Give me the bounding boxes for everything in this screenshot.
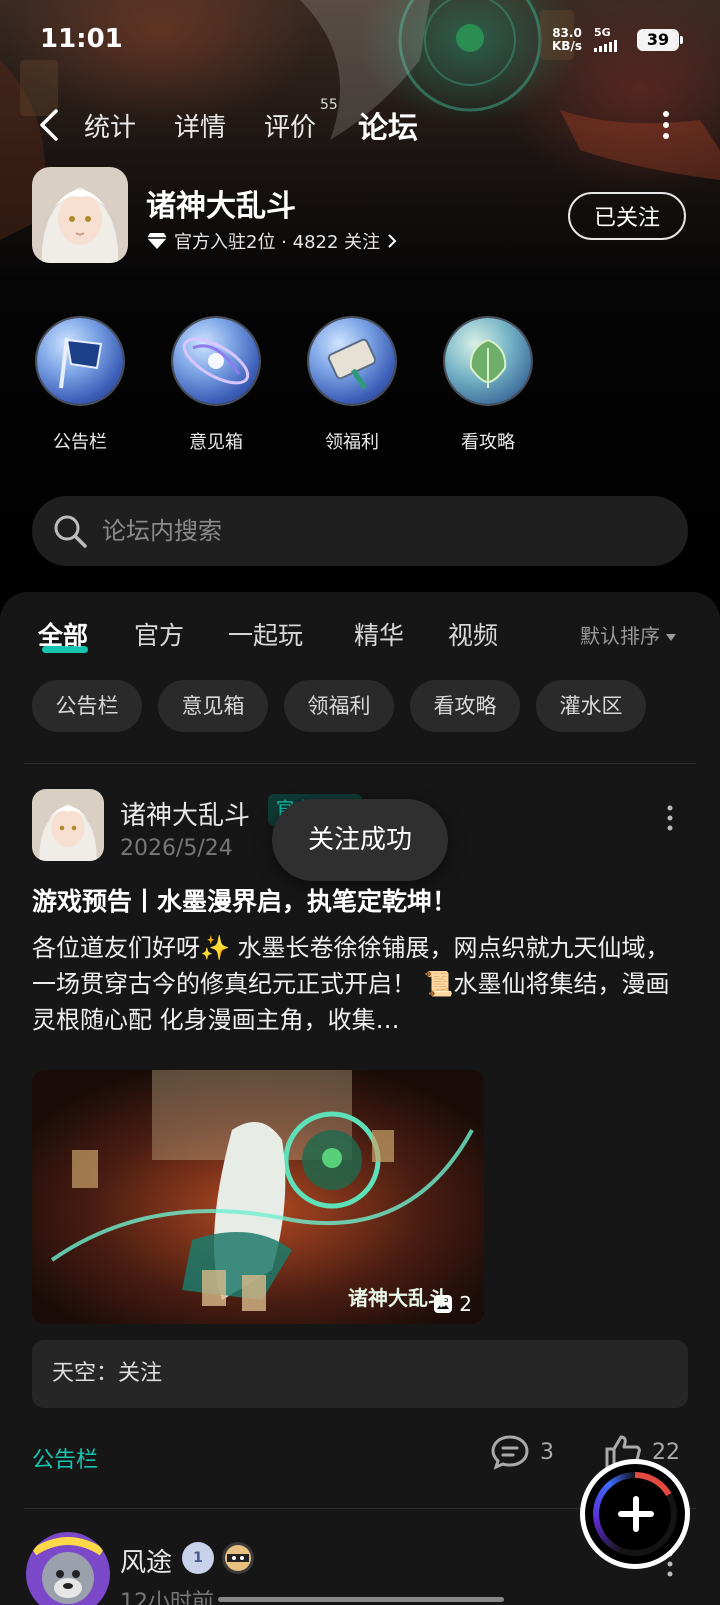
comment-icon [491, 1435, 529, 1470]
caret-down-icon [666, 634, 676, 641]
image-caption: 诸神大乱斗 [348, 1286, 448, 1310]
forum-search-bar[interactable] [32, 496, 688, 566]
quick-entry-guides[interactable]: 看攻略 [440, 318, 536, 454]
quick-entry-announcements[interactable]: 公告栏 [32, 318, 128, 454]
content-tab-all[interactable]: 全部 [38, 616, 88, 652]
flag-icon [37, 318, 123, 404]
chip-rewards[interactable]: 领福利 [284, 680, 394, 732]
comment-button[interactable]: 3 [490, 1434, 554, 1470]
battery-icon: 39 [637, 29, 683, 51]
scroll-icon [309, 318, 395, 404]
chevron-right-icon [388, 234, 397, 248]
post-body[interactable]: 各位道友们好呀✨ 水墨长卷徐徐铺展，网点织就九天仙域，一场贯穿古今的修真纪元正式… [32, 930, 692, 1038]
create-post-button[interactable] [580, 1459, 690, 1569]
galaxy-icon [173, 318, 259, 404]
post-date: 2026/5/24 [120, 836, 233, 861]
diamond-icon [147, 233, 167, 249]
home-indicator[interactable] [218, 1597, 504, 1602]
comment-count: 3 [540, 1439, 554, 1465]
quick-entry-feedback[interactable]: 意见箱 [168, 318, 264, 454]
network-speed: 83.0 KB/s [552, 27, 582, 53]
game-meta-text: 官方入驻2位 · 4822 关注 [174, 232, 381, 253]
quick-entry-label: 看攻略 [461, 432, 515, 453]
tab-stats[interactable]: 统计 [84, 107, 136, 144]
content-tab-play-together[interactable]: 一起玩 [228, 616, 303, 652]
status-bar: 11:01 83.0 KB/s 5G 39 [0, 0, 720, 80]
review-count-badge: 55 [320, 97, 338, 113]
chip-guides[interactable]: 看攻略 [410, 680, 520, 732]
network-type: 5G [594, 26, 611, 39]
quick-entry-label: 领福利 [325, 432, 379, 453]
more-options-icon[interactable] [660, 109, 672, 141]
forum-content-panel: 全部 官方 一起玩 精华 视频 默认排序 公告栏 意见箱 领福利 看攻略 灌水区… [0, 592, 720, 1605]
post-author-name[interactable]: 诸神大乱斗 [120, 795, 250, 832]
game-meta[interactable]: 官方入驻2位 · 4822 关注 [146, 228, 398, 254]
signal-icon [594, 40, 617, 52]
quick-entry-label: 意见箱 [189, 432, 243, 453]
chip-chat[interactable]: 灌水区 [536, 680, 646, 732]
network-speed-unit: KB/s [552, 39, 582, 53]
like-count: 22 [652, 1439, 680, 1465]
post-author-name[interactable]: 风途 [120, 1542, 172, 1579]
sort-label: 默认排序 [580, 624, 660, 648]
post-author-avatar[interactable] [32, 789, 104, 861]
search-input[interactable] [102, 496, 662, 566]
tab-forum[interactable]: 论坛 [358, 103, 418, 147]
post-image[interactable]: 2 诸神大乱斗 [32, 1070, 484, 1324]
user-level-badge: 1 [182, 1542, 214, 1574]
quick-entry-rewards[interactable]: 领福利 [304, 318, 400, 454]
post-date: 12小时前 [120, 1590, 214, 1605]
status-time: 11:01 [40, 24, 123, 54]
top-nav: 统计 详情 评价 55 论坛 [0, 95, 720, 155]
search-icon [54, 515, 87, 548]
back-icon[interactable] [36, 109, 64, 141]
post-author-avatar[interactable] [26, 1532, 110, 1605]
chip-announcements[interactable]: 公告栏 [32, 680, 142, 732]
tab-details[interactable]: 详情 [174, 107, 226, 144]
post-title[interactable]: 游戏预告丨水墨漫界启，执笔定乾坤！ [32, 882, 457, 918]
plus-icon [633, 1496, 639, 1532]
sort-dropdown[interactable]: 默认排序 [580, 620, 676, 649]
content-tab-videos[interactable]: 视频 [448, 616, 498, 652]
post-board-link[interactable]: 公告栏 [32, 1442, 98, 1474]
game-avatar[interactable] [32, 167, 128, 263]
content-tab-official[interactable]: 官方 [134, 616, 184, 652]
followed-button[interactable]: 已关注 [568, 192, 686, 240]
divider [24, 763, 696, 764]
user-level: 1 [193, 1550, 203, 1566]
quick-entry-label: 公告栏 [53, 432, 107, 453]
ninja-badge-icon [222, 1542, 254, 1574]
leaf-icon [445, 318, 531, 404]
content-tab-featured[interactable]: 精华 [354, 616, 404, 652]
image-count-value: 2 [459, 1292, 472, 1316]
game-title: 诸神大乱斗 [146, 189, 296, 224]
chip-feedback[interactable]: 意见箱 [158, 680, 268, 732]
follow-success-toast: 关注成功 [272, 799, 448, 881]
top-comment[interactable]: 天空：关注 [32, 1340, 688, 1408]
tab-reviews[interactable]: 评价 [264, 107, 316, 144]
post-more-icon[interactable] [664, 804, 676, 832]
